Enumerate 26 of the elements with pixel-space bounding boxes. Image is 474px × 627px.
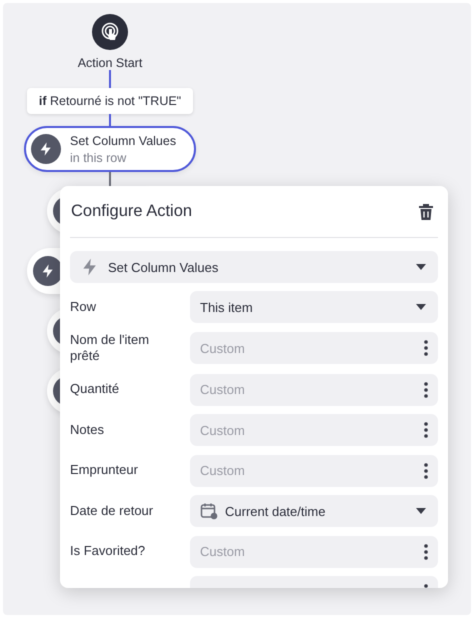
field-label: Row <box>70 298 98 316</box>
row-select[interactable]: This item <box>190 291 438 323</box>
field-label: Quantité <box>70 381 120 398</box>
more-icon[interactable] <box>424 462 428 479</box>
more-icon[interactable] <box>424 382 428 398</box>
more-icon[interactable] <box>424 544 428 560</box>
field-label: Notes <box>70 422 105 439</box>
caret-icon <box>416 304 426 310</box>
action-select[interactable]: Set Column Values <box>70 251 438 283</box>
condition-label[interactable]: if Retourné is not "TRUE" <box>26 88 194 114</box>
caret-icon <box>416 508 426 514</box>
more-icon[interactable] <box>424 340 428 356</box>
start-label: Action Start <box>78 56 142 70</box>
tap-icon <box>100 22 120 42</box>
action-node[interactable]: Set Column Values in this row <box>24 126 196 172</box>
field-label: Emprunteur <box>70 462 139 480</box>
field-label: Nom de l'item prêté <box>70 332 150 366</box>
caret-icon <box>416 264 426 270</box>
calendar-icon <box>200 502 218 520</box>
field-label: Is Favorited? <box>70 543 146 560</box>
date-select[interactable]: Current date/time <box>190 495 438 528</box>
start-node[interactable] <box>92 14 128 50</box>
lightning-icon <box>31 134 61 164</box>
more-icon[interactable] <box>424 422 428 438</box>
field-label: Date de retour <box>70 502 154 520</box>
panel-title: Configure Action <box>71 202 192 221</box>
